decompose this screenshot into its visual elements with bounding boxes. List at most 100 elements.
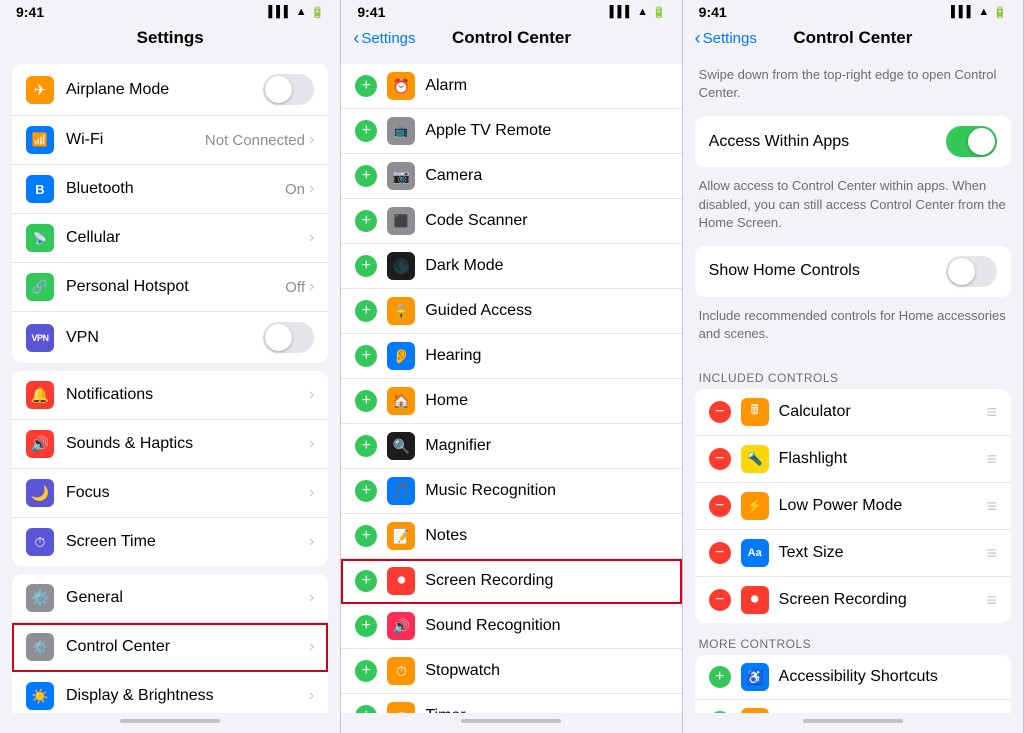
controlcenter-row[interactable]: ⚙️ Control Center ›	[12, 623, 328, 672]
cc-hearing-label: Hearing	[425, 347, 667, 365]
more-accessibility-icon: ♿	[741, 663, 769, 691]
cc-camera-row[interactable]: + 📷 Camera	[341, 154, 681, 199]
focus-row[interactable]: 🌙 Focus ›	[12, 469, 328, 518]
remove-flashlight-btn[interactable]: −	[709, 448, 731, 470]
display-row[interactable]: ☀️ Display & Brightness ›	[12, 672, 328, 713]
textsize-label: Text Size	[779, 544, 987, 562]
included-calculator-row[interactable]: − 🖩 Calculator ≡	[695, 389, 1011, 436]
focus-icon: 🌙	[26, 479, 54, 507]
sounds-row[interactable]: 🔊 Sounds & Haptics ›	[12, 420, 328, 469]
cc-add-codescanner[interactable]: +	[355, 210, 377, 232]
wifi-row[interactable]: 📶 Wi-Fi Not Connected ›	[12, 116, 328, 165]
cc-soundrecog-row[interactable]: + 🔊 Sound Recognition	[341, 604, 681, 649]
home-controls-row[interactable]: Show Home Controls	[695, 246, 1011, 297]
nav-bar-right: ‹ Settings Control Center	[683, 22, 1023, 56]
back-button-right[interactable]: ‹ Settings	[695, 29, 757, 47]
vpn-row[interactable]: VPN VPN	[12, 312, 328, 363]
included-screenrecord-row[interactable]: − ⏺ Screen Recording ≡	[695, 577, 1011, 623]
included-textsize-row[interactable]: − Aa Text Size ≡	[695, 530, 1011, 577]
access-apps-toggle[interactable]	[946, 126, 997, 157]
more-alarm-row[interactable]: + ⏰ Alarm	[695, 700, 1011, 713]
screenrecord-drag[interactable]: ≡	[986, 590, 997, 611]
status-icons-left: ▌▌▌ ▲ 🔋	[268, 6, 324, 19]
cc-home-label: Home	[425, 392, 667, 410]
screentime-chevron: ›	[309, 533, 314, 551]
calculator-drag[interactable]: ≡	[986, 402, 997, 423]
cc-hearing-icon: 👂	[387, 342, 415, 370]
general-row[interactable]: ⚙️ General ›	[12, 574, 328, 623]
flashlight-drag[interactable]: ≡	[986, 449, 997, 470]
cc-guidedaccess-icon: 🔒	[387, 297, 415, 325]
access-apps-desc: Allow access to Control Center within ap…	[683, 167, 1023, 246]
access-apps-row[interactable]: Access Within Apps	[695, 116, 1011, 167]
bluetooth-row[interactable]: B Bluetooth On ›	[12, 165, 328, 214]
cc-add-alarm[interactable]: +	[355, 75, 377, 97]
controlcenter-icon: ⚙️	[26, 633, 54, 661]
cc-add-magnifier[interactable]: +	[355, 435, 377, 457]
cc-add-notes[interactable]: +	[355, 525, 377, 547]
wifi-chevron: ›	[309, 131, 314, 149]
remove-calculator-btn[interactable]: −	[709, 401, 731, 423]
cc-magnifier-icon: 🔍	[387, 432, 415, 460]
cc-magnifier-row[interactable]: + 🔍 Magnifier	[341, 424, 681, 469]
remove-screenrecord-btn[interactable]: −	[709, 589, 731, 611]
general-group: ⚙️ General › ⚙️ Control Center › ☀️ Disp…	[0, 574, 340, 713]
cc-hearing-row[interactable]: + 👂 Hearing	[341, 334, 681, 379]
controlcenter-chevron: ›	[309, 638, 314, 656]
cc-add-screenrecord[interactable]: +	[355, 570, 377, 592]
included-flashlight-row[interactable]: − 🔦 Flashlight ≡	[695, 436, 1011, 483]
notifications-row[interactable]: 🔔 Notifications ›	[12, 371, 328, 420]
cc-musicrecog-row[interactable]: + 🎵 Music Recognition	[341, 469, 681, 514]
cc-add-hearing[interactable]: +	[355, 345, 377, 367]
hotspot-row[interactable]: 🔗 Personal Hotspot Off ›	[12, 263, 328, 312]
cc-add-musicrecog[interactable]: +	[355, 480, 377, 502]
cc-soundrecog-icon: 🔊	[387, 612, 415, 640]
hotspot-chevron: ›	[309, 278, 314, 296]
remove-lowpower-btn[interactable]: −	[709, 495, 731, 517]
textsize-drag[interactable]: ≡	[986, 543, 997, 564]
vpn-label: VPN	[66, 329, 263, 347]
cc-alarm-row[interactable]: + ⏰ Alarm	[341, 64, 681, 109]
more-add-accessibility[interactable]: +	[709, 666, 731, 688]
settings-scroll[interactable]: ✈ Airplane Mode 📶 Wi-Fi Not Connected › …	[0, 56, 340, 713]
signal-icon-r: ▌▌▌	[951, 6, 974, 18]
cc-settings-scroll[interactable]: Swipe down from the top-right edge to op…	[683, 56, 1023, 713]
airplane-toggle[interactable]	[263, 74, 314, 105]
vpn-toggle[interactable]	[263, 322, 314, 353]
left-panel: 9:41 ▌▌▌ ▲ 🔋 Settings ✈ Airplane Mode 📶 …	[0, 0, 341, 733]
included-lowpower-row[interactable]: − ⚡ Low Power Mode ≡	[695, 483, 1011, 530]
cc-guidedaccess-row[interactable]: + 🔒 Guided Access	[341, 289, 681, 334]
cc-home-row[interactable]: + 🏠 Home	[341, 379, 681, 424]
cellular-row[interactable]: 📡 Cellular ›	[12, 214, 328, 263]
cc-add-home[interactable]: +	[355, 390, 377, 412]
airplane-mode-row[interactable]: ✈ Airplane Mode	[12, 64, 328, 116]
back-label-right: Settings	[703, 30, 757, 47]
cc-timer-row[interactable]: + ⏲ Timer	[341, 694, 681, 713]
cc-add-appletv[interactable]: +	[355, 120, 377, 142]
cc-alarm-label: Alarm	[425, 77, 667, 95]
cc-darkmode-row[interactable]: + 🌑 Dark Mode	[341, 244, 681, 289]
cc-list-scroll[interactable]: + ⏰ Alarm + 📺 Apple TV Remote + 📷 Camera…	[341, 56, 681, 713]
remove-textsize-btn[interactable]: −	[709, 542, 731, 564]
back-button-middle[interactable]: ‹ Settings	[353, 29, 415, 47]
bluetooth-value: On	[285, 181, 305, 198]
home-controls-toggle[interactable]	[946, 256, 997, 287]
cc-add-camera[interactable]: +	[355, 165, 377, 187]
cc-appletv-label: Apple TV Remote	[425, 122, 667, 140]
cc-add-stopwatch[interactable]: +	[355, 660, 377, 682]
cc-add-soundrecog[interactable]: +	[355, 615, 377, 637]
wifi-label: Wi-Fi	[66, 131, 205, 149]
cc-notes-row[interactable]: + 📝 Notes	[341, 514, 681, 559]
cc-add-guidedaccess[interactable]: +	[355, 300, 377, 322]
cc-codescanner-row[interactable]: + ⬛ Code Scanner	[341, 199, 681, 244]
sounds-chevron: ›	[309, 435, 314, 453]
more-accessibility-row[interactable]: + ♿ Accessibility Shortcuts	[695, 655, 1011, 700]
cc-add-timer[interactable]: +	[355, 705, 377, 713]
cc-add-darkmode[interactable]: +	[355, 255, 377, 277]
screentime-row[interactable]: ⏱ Screen Time ›	[12, 518, 328, 566]
cc-appletv-row[interactable]: + 📺 Apple TV Remote	[341, 109, 681, 154]
cc-stopwatch-row[interactable]: + ⏱ Stopwatch	[341, 649, 681, 694]
cc-screenrecord-row[interactable]: + ⏺ Screen Recording	[341, 559, 681, 604]
lowpower-drag[interactable]: ≡	[986, 496, 997, 517]
screenrecord-included-label: Screen Recording	[779, 591, 987, 609]
